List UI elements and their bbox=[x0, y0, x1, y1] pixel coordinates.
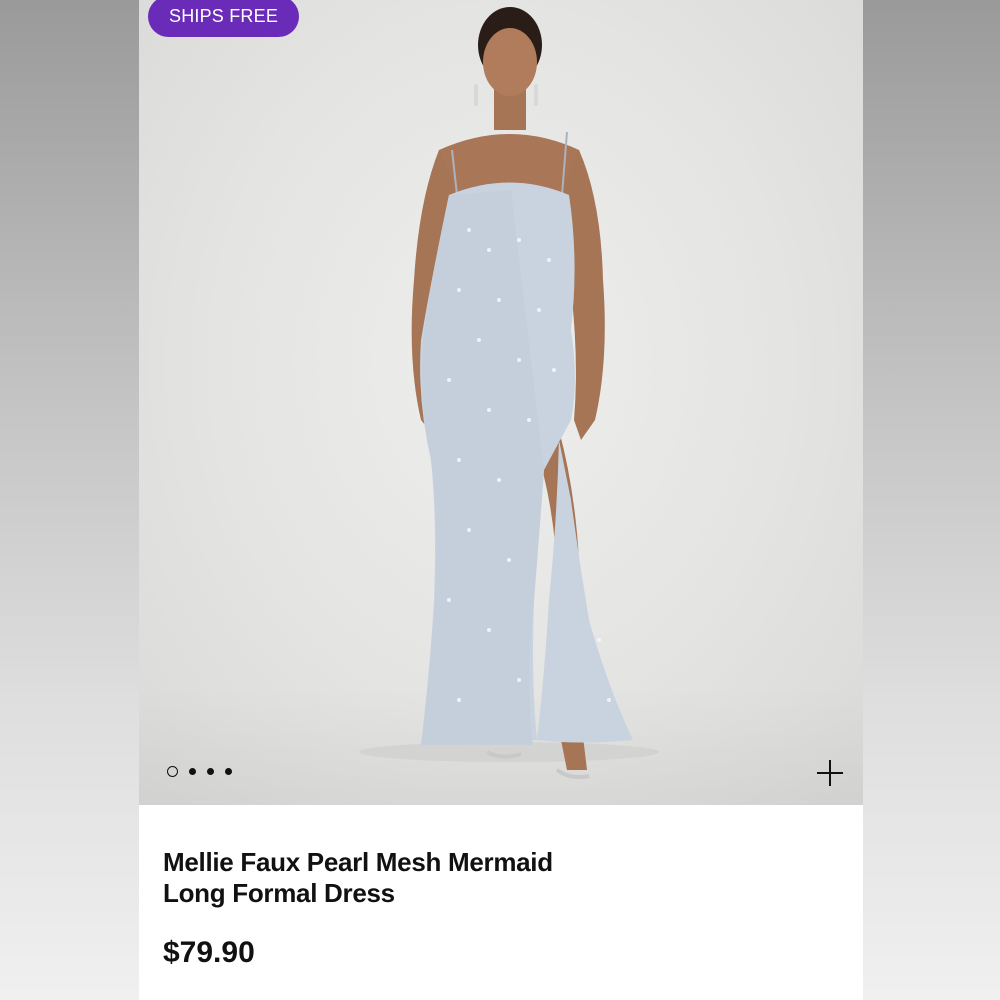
carousel-dots[interactable] bbox=[167, 766, 232, 777]
right-backdrop bbox=[863, 0, 1000, 1000]
product-card[interactable]: SHIPS FREE Mellie Faux Pearl Mesh Mermai… bbox=[139, 0, 863, 1000]
product-info: Mellie Faux Pearl Mesh Mermaid Long Form… bbox=[139, 805, 863, 1000]
plus-icon[interactable] bbox=[815, 758, 845, 788]
product-price: $79.90 bbox=[163, 936, 255, 969]
product-title[interactable]: Mellie Faux Pearl Mesh Mermaid Long Form… bbox=[163, 847, 683, 909]
carousel-dot-1[interactable] bbox=[167, 766, 178, 777]
product-title-line2: Long Formal Dress bbox=[163, 878, 395, 908]
product-title-line1: Mellie Faux Pearl Mesh Mermaid bbox=[163, 847, 553, 877]
ships-free-badge: SHIPS FREE bbox=[148, 0, 300, 37]
carousel-dot-2[interactable] bbox=[189, 768, 196, 775]
carousel-dot-4[interactable] bbox=[225, 768, 232, 775]
product-image[interactable]: SHIPS FREE bbox=[139, 0, 863, 805]
model-illustration bbox=[359, 7, 659, 780]
carousel-dot-3[interactable] bbox=[207, 768, 214, 775]
left-backdrop bbox=[0, 0, 139, 1000]
